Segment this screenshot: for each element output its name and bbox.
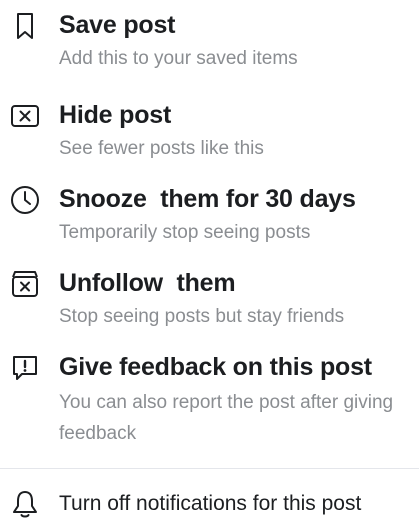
turn-off-notifications-item[interactable]: Turn off notifications for this post xyxy=(0,482,419,520)
hide-post-title: Hide post xyxy=(59,101,172,129)
bell-icon xyxy=(9,488,41,520)
save-post-subtitle: Add this to your saved items xyxy=(59,48,298,69)
give-feedback-item[interactable]: Give feedback on this post You can also … xyxy=(0,342,419,452)
snooze-item[interactable]: Snooze them for 30 days Temporarily stop… xyxy=(0,174,419,254)
unfollow-item[interactable]: Unfollow them Stop seeing posts but stay… xyxy=(0,258,419,338)
save-post-item[interactable]: Save post Add this to your saved items xyxy=(0,0,419,80)
unfollow-title-suffix: them xyxy=(176,269,236,297)
save-post-title: Save post xyxy=(59,11,176,39)
bookmark-icon xyxy=(9,10,41,42)
snooze-title-suffix: them for 30 days xyxy=(160,185,356,213)
snooze-title: Snooze them for 30 days xyxy=(59,184,356,214)
hide-post-item[interactable]: Hide post See fewer posts like this xyxy=(0,90,419,170)
unfollow-subtitle: Stop seeing posts but stay friends xyxy=(59,306,345,327)
give-feedback-subtitle: You can also report the post after givin… xyxy=(59,392,394,444)
snooze-title-prefix: Snooze xyxy=(59,185,147,213)
hide-post-subtitle: See fewer posts like this xyxy=(59,138,264,159)
turn-off-notifications-title: Turn off notifications for this post xyxy=(59,492,362,515)
menu-divider xyxy=(0,468,419,469)
give-feedback-title: Give feedback on this post xyxy=(59,353,372,381)
snooze-subtitle: Temporarily stop seeing posts xyxy=(59,222,311,243)
post-options-menu: Save post Add this to your saved items H… xyxy=(0,0,419,520)
feedback-icon xyxy=(9,352,41,384)
unfollow-title-prefix: Unfollow xyxy=(59,269,163,297)
clock-icon xyxy=(9,184,41,216)
close-box-icon xyxy=(9,100,41,132)
unfollow-box-icon xyxy=(9,268,41,300)
unfollow-title: Unfollow them xyxy=(59,268,236,298)
